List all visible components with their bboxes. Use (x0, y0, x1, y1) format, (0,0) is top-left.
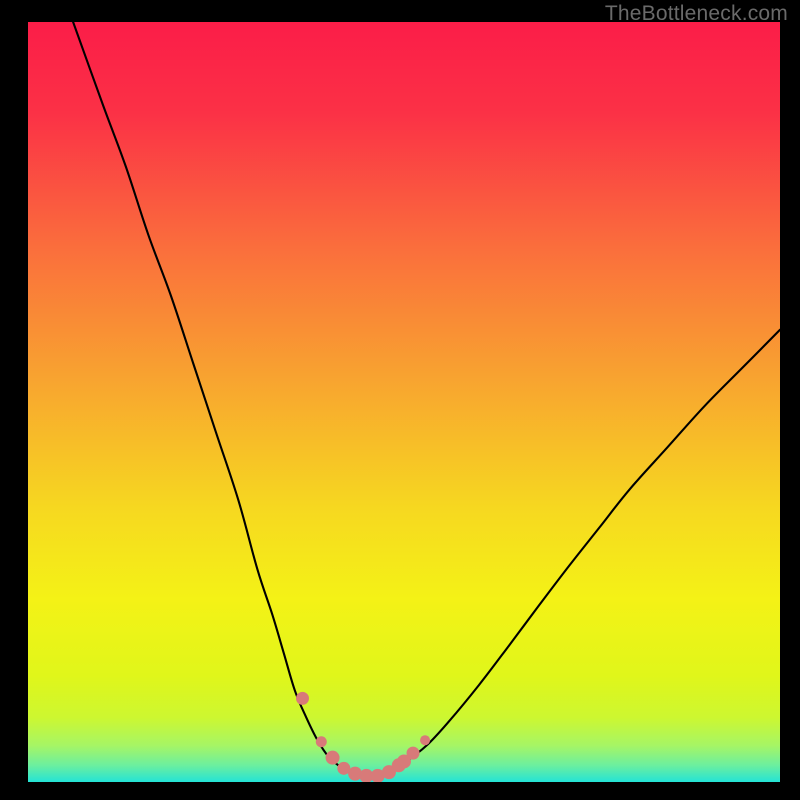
plot-area (28, 22, 780, 782)
chart-frame: TheBottleneck.com (0, 0, 800, 800)
gradient-background (28, 22, 780, 782)
data-marker (296, 692, 309, 705)
data-marker (326, 751, 340, 765)
data-marker (420, 735, 430, 745)
data-marker (316, 736, 327, 747)
data-marker (407, 747, 420, 760)
watermark-text: TheBottleneck.com (605, 2, 788, 26)
chart-svg (28, 22, 780, 782)
